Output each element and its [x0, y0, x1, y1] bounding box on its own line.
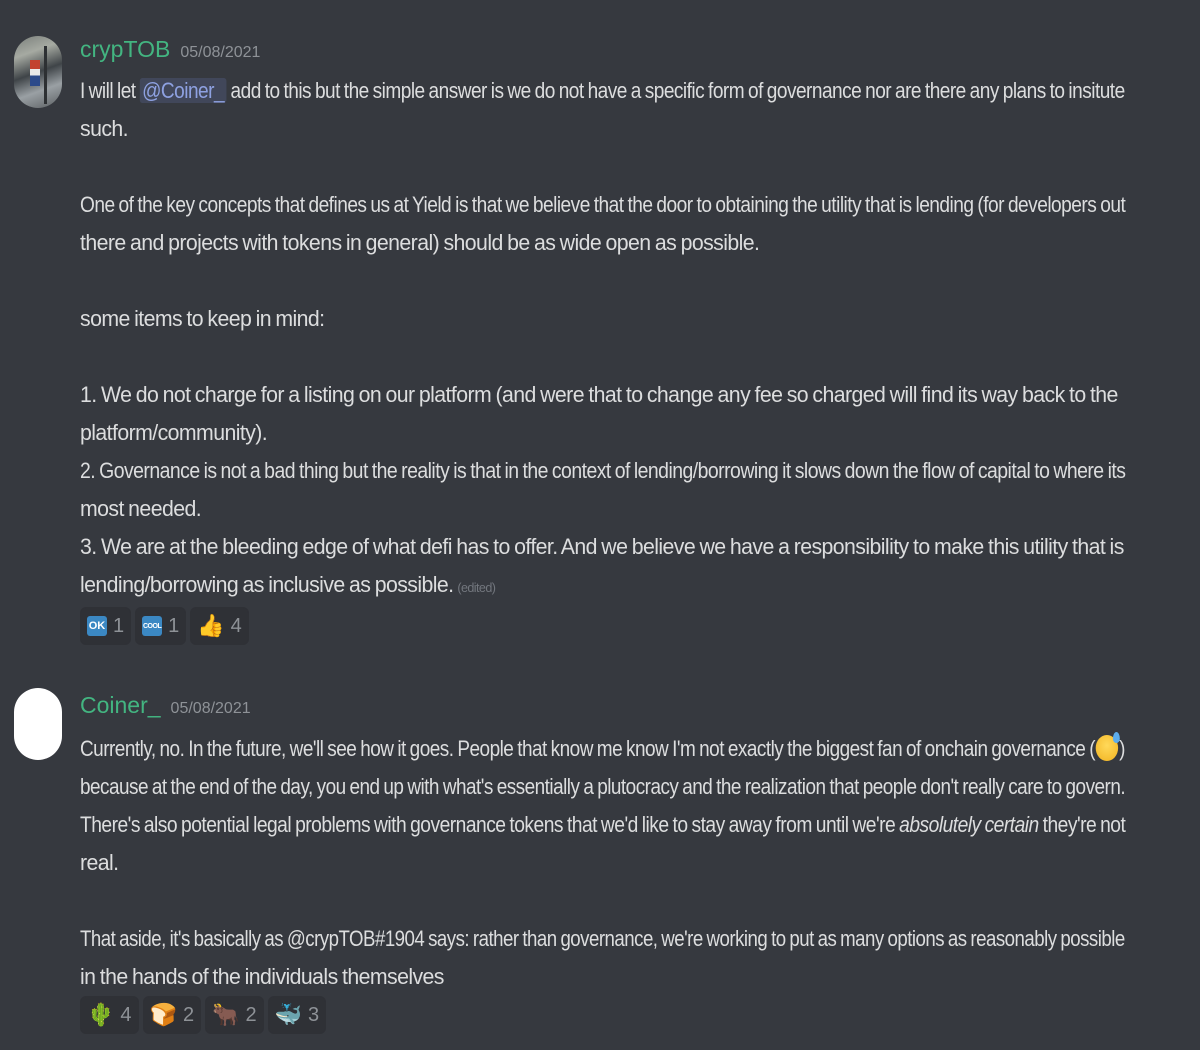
user-mention[interactable]: @Coiner_: [139, 78, 227, 103]
edited-label: (edited): [457, 580, 496, 595]
reaction-count: 1: [113, 614, 125, 637]
whale-icon: 🐳: [274, 1002, 302, 1027]
message-content: I will let @Coiner_ add to this but the …: [80, 72, 1160, 604]
timestamp: 05/08/2021: [180, 44, 261, 61]
reaction-cool[interactable]: COOL 1: [135, 607, 187, 645]
username[interactable]: Coiner_: [80, 692, 161, 719]
reaction-count: 2: [245, 1003, 257, 1026]
message-header: Coiner_ 05/08/2021: [80, 692, 251, 719]
reaction-bread[interactable]: 🍞 2: [142, 996, 202, 1034]
reaction-ok[interactable]: OK 1: [80, 607, 132, 645]
reactions: OK 1 COOL 1 👍 4: [80, 607, 249, 645]
cactus-icon: 🌵: [87, 1002, 115, 1027]
message-line: there and projects with tokens in genera…: [80, 230, 760, 255]
reaction-count: 3: [308, 1003, 320, 1026]
avatar[interactable]: [14, 688, 62, 760]
avatar-flag: [30, 60, 40, 86]
message-line: in the hands of the individuals themselv…: [80, 964, 444, 989]
message-line: some items to keep in mind:: [80, 306, 325, 331]
message-line: 2. Governance is not a bad thing but the…: [80, 458, 1126, 483]
avatar-pole: [44, 46, 47, 104]
message-line: That aside, it's basically as @crypTOB#1…: [80, 926, 1125, 951]
message-line: because at the end of the day, you end u…: [80, 774, 1126, 799]
message-header: crypTOB 05/08/2021: [80, 36, 260, 63]
message-line: lending/borrowing as inclusive as possib…: [80, 572, 496, 597]
reaction-whale[interactable]: 🐳 3: [267, 996, 327, 1034]
reaction-count: 2: [182, 1003, 195, 1026]
cool-button-icon: COOL: [142, 616, 163, 636]
thumbs-up-icon: 👍: [197, 613, 225, 638]
ox-icon: 🐂: [212, 1002, 240, 1027]
reaction-thumbs-up[interactable]: 👍 4: [190, 607, 249, 645]
username[interactable]: crypTOB: [80, 36, 170, 63]
message-line: Currently, no. In the future, we'll see …: [80, 732, 1125, 761]
message-line: real.: [80, 850, 119, 875]
message-content: Currently, no. In the future, we'll see …: [80, 730, 1160, 996]
reaction-count: 4: [230, 614, 242, 637]
ok-button-icon: OK: [87, 616, 107, 636]
message-line: 1. We do not charge for a listing on our…: [80, 382, 1118, 407]
bread-icon: 🍞: [149, 1002, 177, 1027]
message-line: 3. We are at the bleeding edge of what d…: [80, 534, 1124, 559]
reaction-count: 1: [168, 614, 180, 637]
message-line: One of the key concepts that defines us …: [80, 192, 1126, 217]
reactions: 🌵 4 🍞 2 🐂 2 🐳 3: [80, 996, 327, 1034]
message-line: I will let @Coiner_ add to this but the …: [80, 78, 1125, 103]
reaction-count: 4: [120, 1003, 132, 1026]
reaction-ox[interactable]: 🐂 2: [205, 996, 264, 1034]
message-line: such.: [80, 116, 129, 141]
italic-text: absolutely certain: [899, 812, 1039, 837]
avatar[interactable]: [14, 36, 62, 108]
message-line: most needed.: [80, 496, 202, 521]
message-line: platform/community).: [80, 420, 268, 445]
grinning-sweat-icon: [1095, 732, 1121, 761]
timestamp: 05/08/2021: [170, 700, 251, 717]
message-line: There's also potential legal problems wi…: [80, 812, 1126, 837]
reaction-cactus[interactable]: 🌵 4: [80, 996, 139, 1034]
